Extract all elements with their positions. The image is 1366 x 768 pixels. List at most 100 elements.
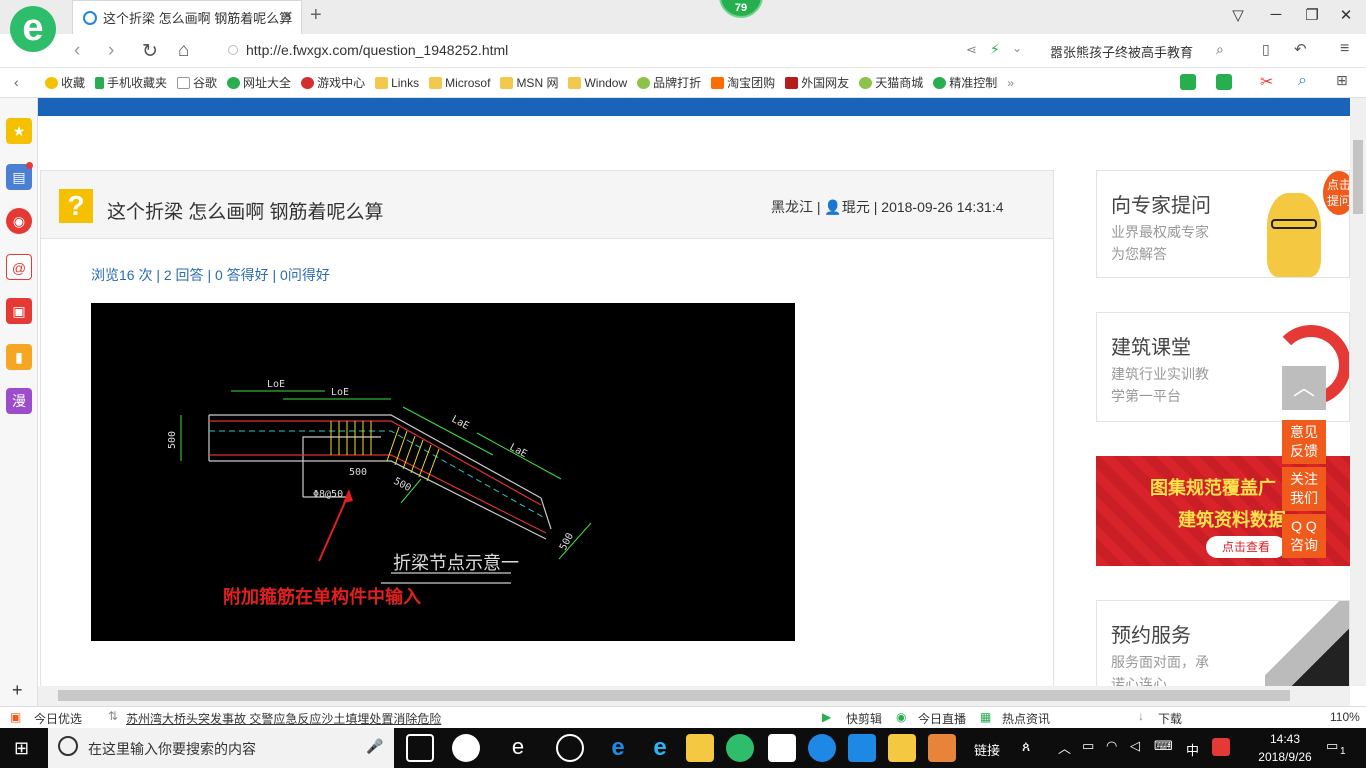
- url-input[interactable]: http://e.fwxgx.com/question_1948252.html: [228, 40, 948, 62]
- ime-indicator[interactable]: 中: [1186, 740, 1199, 759]
- quick-clip[interactable]: 快剪辑: [846, 710, 882, 727]
- bookmark-item[interactable]: 精准控制: [933, 74, 997, 91]
- bookmark-item[interactable]: 外国网友: [785, 74, 849, 91]
- qq-button[interactable]: Q Q 咨询: [1282, 514, 1326, 558]
- lightning-icon[interactable]: ⚡: [990, 41, 1000, 58]
- translate-icon[interactable]: [1216, 74, 1232, 90]
- file-explorer-icon[interactable]: [686, 734, 714, 762]
- scissors-icon[interactable]: ✂: [1260, 72, 1273, 92]
- search-app-icon[interactable]: [808, 734, 836, 762]
- clock-date[interactable]: 2018/9/26: [1250, 750, 1320, 764]
- app-icon[interactable]: [556, 734, 584, 762]
- cad-drawing-image[interactable]: LoE LoE LaE LaE 500 500 500 500 Φ8@50 折梁…: [91, 303, 795, 641]
- bookmark-item[interactable]: 收藏: [45, 74, 85, 91]
- pinwheel-icon[interactable]: [452, 734, 480, 762]
- feedback-button[interactable]: 意见 反馈: [1282, 420, 1326, 464]
- search-icon[interactable]: ⌕: [1216, 41, 1224, 58]
- region-text[interactable]: 黑龙江: [771, 199, 813, 215]
- network-icon[interactable]: ▭: [1082, 738, 1094, 754]
- undo-icon[interactable]: ↶: [1294, 40, 1307, 58]
- more-bookmarks-icon[interactable]: »: [1007, 76, 1014, 90]
- windows-start-icon[interactable]: ⊞: [14, 738, 29, 759]
- browser-logo[interactable]: e: [10, 6, 56, 52]
- 2345-browser-icon[interactable]: [726, 734, 754, 762]
- edge-icon[interactable]: e: [604, 734, 632, 762]
- bookmark-item[interactable]: 游戏中心: [301, 74, 365, 91]
- today-picks[interactable]: 今日优选: [34, 710, 82, 727]
- menu-icon[interactable]: ≡: [1340, 40, 1349, 58]
- links-toolbar[interactable]: 链接: [974, 740, 1000, 759]
- people-icon[interactable]: ጰ: [1022, 738, 1030, 755]
- notes-icon[interactable]: [888, 734, 916, 762]
- bookmark-item[interactable]: 手机收藏夹: [95, 74, 167, 91]
- home-icon[interactable]: ⌂: [178, 40, 189, 62]
- close-window-icon[interactable]: ✕: [1336, 6, 1356, 24]
- book-icon[interactable]: ▮: [6, 344, 32, 370]
- bookmark-item[interactable]: Links: [375, 76, 419, 90]
- ie-blue-icon[interactable]: e: [646, 734, 674, 762]
- ask-expert-card[interactable]: 向专家提问 业界最权威专家 为您解答 点击提问: [1096, 170, 1350, 278]
- bookmark-item[interactable]: MSN 网: [500, 74, 558, 91]
- hot-news[interactable]: 热点资讯: [1002, 710, 1050, 727]
- sidebar-toggle-icon[interactable]: ‹: [14, 74, 19, 90]
- mail-icon[interactable]: [768, 734, 796, 762]
- ie-icon[interactable]: e: [504, 734, 532, 762]
- clock-time[interactable]: 14:43: [1250, 732, 1320, 746]
- add-icon[interactable]: +: [12, 680, 23, 701]
- sogou-icon[interactable]: [1212, 738, 1230, 756]
- download-button[interactable]: 下载: [1158, 710, 1182, 727]
- bookmark-item[interactable]: Microsof: [429, 76, 490, 90]
- apps-icon[interactable]: ⊞: [1336, 72, 1348, 89]
- zoom-icon[interactable]: ⌕: [1298, 72, 1307, 90]
- share-icon[interactable]: ⋖: [966, 42, 977, 58]
- search-suggestion[interactable]: 嚣张熊孩子终被高手教育: [1050, 42, 1193, 61]
- horizontal-scroll-thumb[interactable]: [58, 690, 1290, 701]
- user-name[interactable]: 琨元: [842, 199, 870, 215]
- refresh-icon[interactable]: ↻: [142, 40, 158, 63]
- tab-close-icon[interactable]: ✕: [282, 8, 293, 24]
- email-icon[interactable]: @: [6, 254, 32, 280]
- bookmark-item[interactable]: Window: [568, 76, 627, 90]
- banner-button[interactable]: 点击查看: [1206, 536, 1286, 558]
- today-live[interactable]: 今日直播: [918, 710, 966, 727]
- microphone-icon[interactable]: 🎤: [366, 738, 383, 755]
- back-to-top-button[interactable]: ︿: [1282, 366, 1326, 410]
- taskbar-search[interactable]: 在这里输入你要搜索的内容 🎤: [48, 728, 394, 768]
- new-tab-button[interactable]: +: [310, 4, 322, 27]
- chevron-down-icon[interactable]: ⌄: [1012, 41, 1022, 55]
- tray-arrow-icon[interactable]: ︿: [1058, 738, 1071, 757]
- vertical-scroll-thumb[interactable]: [1353, 140, 1363, 214]
- ask-expert-title: 向专家提问: [1111, 195, 1211, 217]
- bookmark-item[interactable]: 淘宝团购: [711, 74, 775, 91]
- favorites-icon[interactable]: ★: [6, 118, 32, 144]
- skin-icon[interactable]: ▽: [1228, 6, 1248, 24]
- service-card[interactable]: 预约服务 服务面对面，承 诺心连心: [1096, 600, 1350, 686]
- bookmark-item[interactable]: 网址大全: [227, 74, 291, 91]
- news-ticker[interactable]: 苏州湾大桥头突发事故 交警应急反应沙土填埋处置消除危险: [126, 710, 441, 727]
- volume-icon[interactable]: ◁: [1130, 738, 1140, 754]
- shield-icon[interactable]: [1180, 74, 1196, 90]
- bookmark-item[interactable]: 谷歌: [177, 74, 217, 91]
- active-tab[interactable]: 这个折梁 怎么画啊 钢筋着呢么算 ✕: [72, 0, 302, 34]
- pdf-icon[interactable]: [928, 734, 956, 762]
- notification-icon[interactable]: ▭: [1326, 738, 1338, 754]
- service-sub: 服务面对面，承: [1111, 654, 1209, 670]
- question-stats[interactable]: 浏览16 次 | 2 回答 | 0 答得好 | 0问得好: [91, 265, 330, 285]
- phone-icon[interactable]: ▯: [1262, 41, 1270, 58]
- bookmark-item[interactable]: 品牌打折: [637, 74, 701, 91]
- forward-icon[interactable]: ›: [108, 40, 114, 62]
- ask-bubble[interactable]: 点击提问: [1323, 171, 1349, 215]
- comic-icon[interactable]: 漫: [6, 388, 32, 414]
- wifi-icon[interactable]: ◠: [1106, 738, 1117, 754]
- maximize-icon[interactable]: ❐: [1302, 6, 1322, 24]
- keyboard-icon[interactable]: ⌨: [1154, 738, 1173, 754]
- task-view-icon[interactable]: [406, 734, 434, 762]
- zoom-level[interactable]: 110%: [1330, 710, 1360, 724]
- bookmark-item[interactable]: 天猫商城: [859, 74, 923, 91]
- follow-button[interactable]: 关注 我们: [1282, 467, 1326, 511]
- netdisk-icon[interactable]: [848, 734, 876, 762]
- minimize-icon[interactable]: ─: [1266, 6, 1286, 23]
- game-icon[interactable]: ▣: [6, 298, 32, 324]
- back-icon[interactable]: ‹: [74, 40, 80, 62]
- weibo-icon[interactable]: ◉: [6, 208, 32, 234]
